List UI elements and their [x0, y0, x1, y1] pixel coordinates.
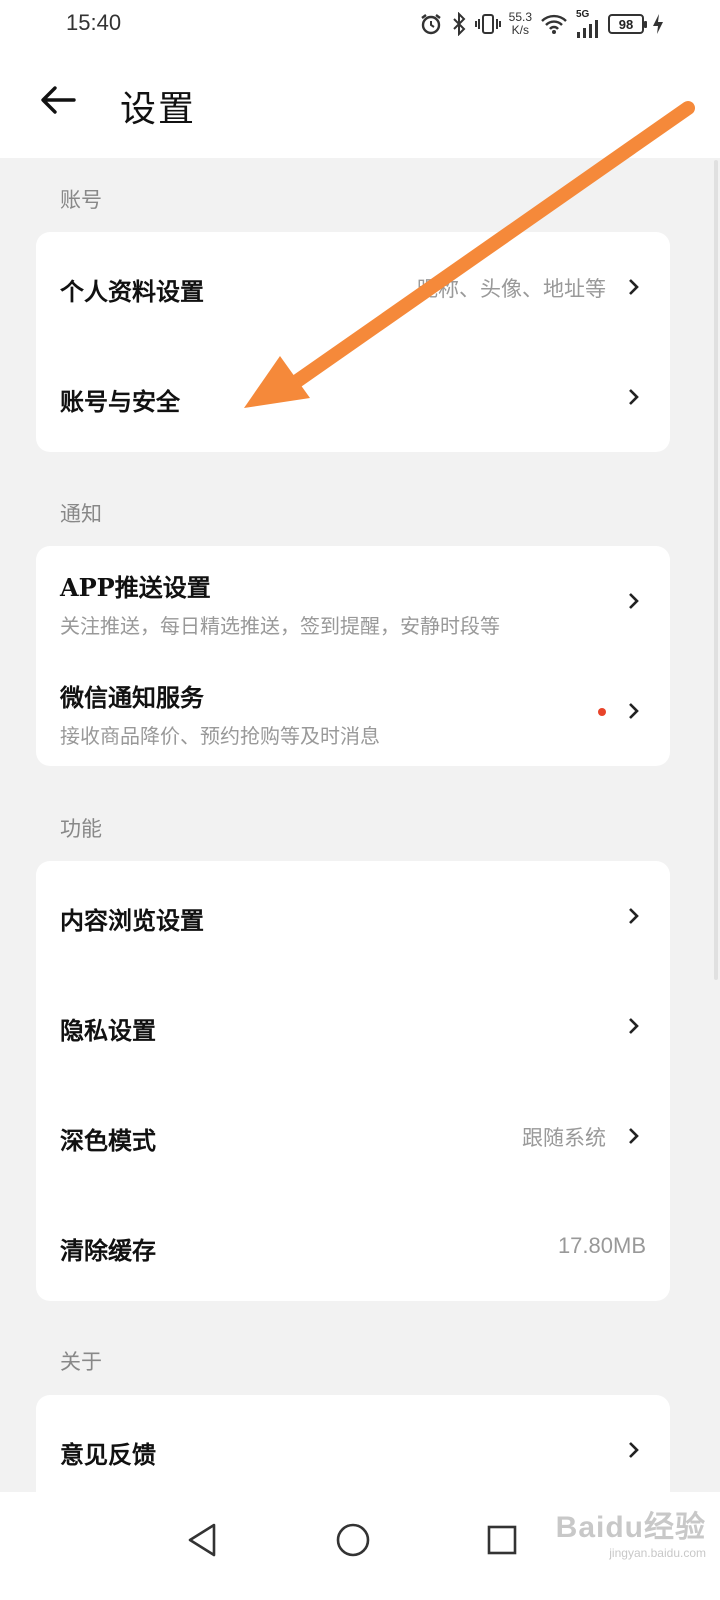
row-title: 清除缓存 — [60, 1236, 156, 1265]
row-title: 内容浏览设置 — [60, 906, 204, 935]
nav-home-button[interactable] — [323, 1510, 383, 1570]
row-title: 个人资料设置 — [60, 277, 204, 306]
signal-label: 5G — [576, 9, 590, 20]
card-account: 个人资料设置 昵称、头像、地址等 账号与安全 — [36, 232, 670, 452]
section-label-account: 账号 — [60, 188, 102, 212]
watermark-logo: Baidu经验 — [555, 1511, 706, 1544]
row-title: 微信通知服务 — [60, 683, 204, 712]
status-icons: 55.3 K/s 5G 98 — [419, 8, 664, 40]
nav-recents-button[interactable] — [472, 1510, 532, 1570]
section-label-notify: 通知 — [60, 502, 102, 526]
row-value: 昵称、头像、地址等 — [417, 277, 606, 301]
row-privacy-settings[interactable]: 隐私设置 — [36, 971, 670, 1081]
recents-square-icon — [487, 1525, 517, 1555]
chevron-right-icon — [629, 703, 639, 719]
cellular-signal-icon: 5G — [576, 10, 600, 38]
charging-icon — [652, 13, 664, 35]
page-title: 设置 — [120, 89, 197, 130]
section-label-about: 关于 — [60, 1350, 102, 1374]
chevron-right-icon — [629, 279, 639, 295]
row-title: APP推送设置 — [60, 573, 211, 602]
baidu-jingyan-watermark: Baidu经验 jingyan.baidu.com — [556, 1502, 706, 1560]
back-triangle-icon — [188, 1523, 216, 1557]
vibrate-icon — [474, 12, 501, 36]
row-title: 深色模式 — [60, 1126, 156, 1155]
card-notify: APP推送设置 关注推送，每日精选推送，签到提醒，安静时段等 微信通知服务 接收… — [36, 546, 670, 766]
nav-back-button[interactable] — [172, 1510, 232, 1570]
watermark-url: jingyan.baidu.com — [609, 1546, 706, 1560]
card-function: 内容浏览设置 隐私设置 深色模式 跟随系统 清除缓存 17.80MB — [36, 861, 670, 1301]
chevron-right-icon — [629, 1018, 639, 1034]
wifi-icon — [540, 13, 568, 35]
system-nav-bar: Baidu经验 jingyan.baidu.com — [0, 1492, 720, 1600]
row-value: 17.80MB — [557, 1233, 646, 1258]
row-dark-mode[interactable]: 深色模式 跟随系统 — [36, 1081, 670, 1191]
chevron-right-icon — [629, 908, 639, 924]
alarm-icon — [419, 12, 443, 36]
row-subtitle: 接收商品降价、预约抢购等及时消息 — [60, 724, 380, 748]
row-title: 隐私设置 — [60, 1016, 156, 1045]
net-speed: 55.3 K/s — [509, 11, 532, 37]
row-account-security[interactable]: 账号与安全 — [36, 342, 670, 452]
unread-dot-badge — [598, 708, 606, 716]
chevron-right-icon — [629, 593, 639, 609]
section-label-function: 功能 — [60, 817, 102, 841]
row-title: 账号与安全 — [60, 387, 180, 416]
bluetooth-icon — [451, 12, 467, 36]
row-wechat-notify-service[interactable]: 微信通知服务 接收商品降价、预约抢购等及时消息 — [36, 656, 670, 766]
status-bar: 15:40 55.3 K/s 5G 98 — [0, 0, 720, 50]
row-profile-settings[interactable]: 个人资料设置 昵称、头像、地址等 — [36, 232, 670, 342]
scroll-indicator[interactable] — [714, 160, 718, 980]
chevron-right-icon — [629, 389, 639, 405]
row-clear-cache[interactable]: 清除缓存 17.80MB — [36, 1191, 670, 1301]
row-app-push-settings[interactable]: APP推送设置 关注推送，每日精选推送，签到提醒，安静时段等 — [36, 546, 670, 656]
chevron-right-icon — [629, 1128, 639, 1144]
row-subtitle: 关注推送，每日精选推送，签到提醒，安静时段等 — [60, 614, 500, 638]
back-arrow-icon — [41, 86, 76, 114]
row-feedback[interactable]: 意见反馈 — [36, 1395, 670, 1505]
row-value: 跟随系统 — [522, 1126, 606, 1150]
battery-indicator: 98 — [608, 14, 647, 34]
back-button[interactable] — [36, 78, 80, 122]
home-circle-icon — [336, 1523, 370, 1557]
row-title: 意见反馈 — [60, 1440, 156, 1469]
net-speed-unit: K/s — [511, 23, 529, 37]
app-header: 设置 — [0, 50, 720, 158]
row-content-browse-settings[interactable]: 内容浏览设置 — [36, 861, 670, 971]
status-time: 15:40 — [66, 10, 122, 35]
chevron-right-icon — [629, 1442, 639, 1458]
